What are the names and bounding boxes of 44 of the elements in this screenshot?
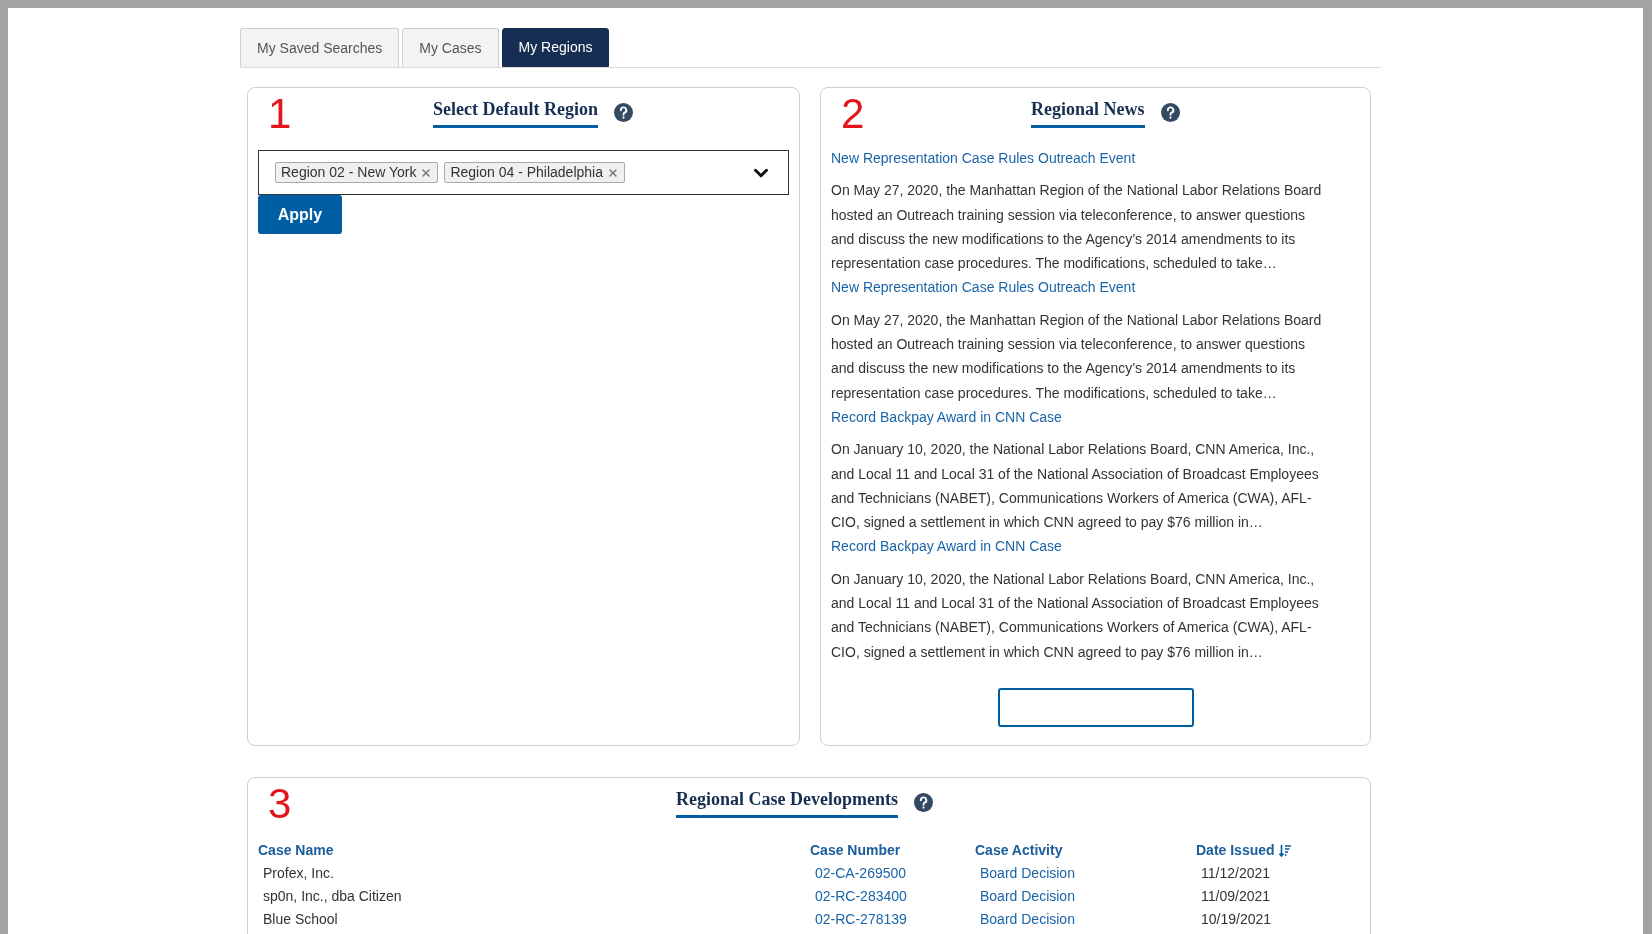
- news-summary: On May 27, 2020, the Manhattan Region of the National Labor Relations Board hosted an Outreach training session via teleconference, to answer questions and discuss the new modifications to the Agency’s 2014 amendments to its representation case procedures. The modifications, scheduled to take…: [831, 310, 1323, 403]
- remove-icon[interactable]: [607, 166, 619, 179]
- sort-icon[interactable]: [1278, 843, 1291, 858]
- column-header[interactable]: Date Issued: [1196, 840, 1275, 861]
- case-activity-link[interactable]: Board Decision: [980, 885, 1201, 907]
- news-summary: On January 10, 2020, the National Labor Relations Board, CNN America, Inc., and Local 11 and Local 31 of the National Association of Broadcast Employees and Technicians (NABET), Communications Workers of America (CWA), AFL-CIO, signed a settlement in which CNN agreed to pay $76 million in…: [831, 569, 1320, 662]
- region-select[interactable]: Region 02 - New York Region 04 - Philadelphia: [258, 150, 789, 195]
- outline-button[interactable]: [997, 687, 1194, 727]
- news-link[interactable]: Record Backpay Award in CNN Case: [831, 404, 1360, 430]
- panel-title: Regional Case Developments: [676, 786, 898, 818]
- case-name: sp0n, Inc., dba Citizen: [263, 887, 403, 906]
- panel-title: Select Default Region: [433, 96, 598, 128]
- case-activity-link[interactable]: Board Decision: [980, 862, 1201, 884]
- chip-label: Region 04 - Philadelphia: [450, 163, 603, 182]
- tab[interactable]: My Saved Searches: [240, 28, 400, 67]
- case-number-link[interactable]: 02-RC-283400: [815, 885, 980, 907]
- news-summary: On January 10, 2020, the National Labor Relations Board, CNN America, Inc., and Local 11 and Local 31 of the National Association of Broadcast Employees and Technicians (NABET), Communications Workers of America (CWA), AFL-CIO, signed a settlement in which CNN agreed to pay $76 million in…: [831, 440, 1320, 533]
- news-summary: On May 27, 2020, the Manhattan Region of the National Labor Relations Board hosted an Outreach training session via teleconference, to answer questions and discuss the new modifications to the Agency’s 2014 amendments to its representation case procedures. The modifications, scheduled to take…: [831, 181, 1323, 274]
- help-icon[interactable]: [1160, 102, 1180, 122]
- date-issued: 11/12/2021: [1201, 864, 1272, 883]
- remove-icon[interactable]: [420, 166, 433, 179]
- section-number: 1: [268, 90, 292, 138]
- case-number-link[interactable]: 02-CA-269500: [815, 862, 980, 884]
- case-name: Blue School: [263, 910, 339, 929]
- date-issued: 10/19/2021: [1201, 910, 1273, 929]
- section-number: 3: [268, 780, 292, 828]
- chip-label: Region 02 - New York: [281, 163, 417, 182]
- help-icon[interactable]: [914, 792, 933, 812]
- panel-title: Regional News: [1031, 96, 1145, 128]
- apply-button[interactable]: Apply: [258, 195, 342, 234]
- column-header[interactable]: Case Name: [258, 840, 334, 861]
- case-number-link[interactable]: 02-RC-278139: [815, 908, 980, 930]
- date-issued: 11/09/2021: [1201, 887, 1272, 906]
- news-link[interactable]: New Representation Case Rules Outreach Event: [831, 275, 1360, 300]
- tab[interactable]: My Cases: [402, 28, 499, 67]
- case-activity-link[interactable]: Board Decision: [980, 908, 1201, 930]
- column-header[interactable]: Case Activity: [975, 840, 1063, 861]
- case-name: Profex, Inc.: [263, 864, 335, 883]
- help-icon[interactable]: [613, 102, 633, 122]
- tab[interactable]: My Regions: [501, 28, 610, 67]
- section-number: 2: [841, 90, 865, 138]
- column-header[interactable]: Case Number: [810, 840, 901, 861]
- news-link[interactable]: New Representation Case Rules Outreach Event: [831, 146, 1360, 171]
- news-link[interactable]: Record Backpay Award in CNN Case: [831, 534, 1360, 559]
